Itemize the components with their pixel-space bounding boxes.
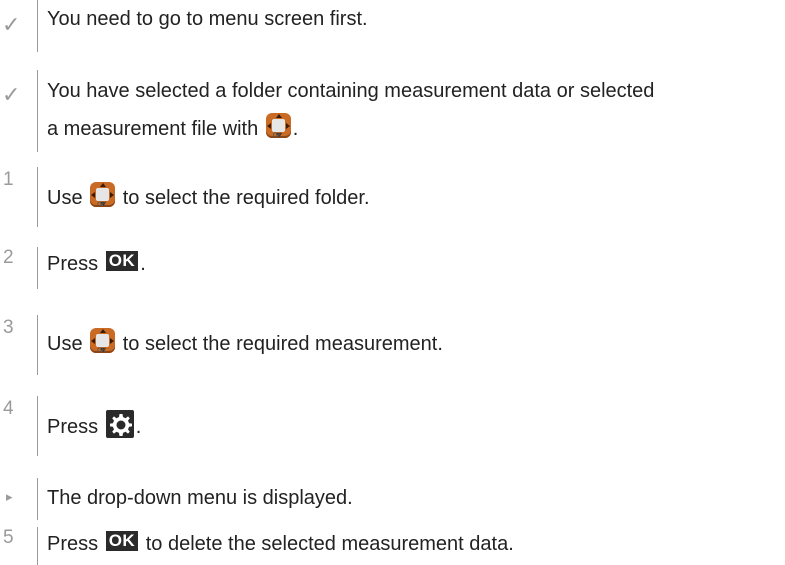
step-5: 5 Press OK to delete the selected measur… — [0, 527, 785, 565]
step-text-start: Press — [47, 416, 99, 438]
step-text-end: to delete the selected measurement data. — [145, 533, 514, 555]
prerequisite-text-line-2: a measurement file with . — [47, 113, 299, 151]
step-4: 4 Press . — [0, 396, 785, 456]
step-number: 5 — [3, 527, 14, 548]
step-text-start: Press — [47, 253, 99, 275]
step-divider — [37, 247, 38, 289]
step-number: 4 — [3, 398, 14, 419]
step-number: 1 — [3, 169, 14, 190]
step-3: 3 Use to select the required measurement… — [0, 315, 785, 375]
step-text: Press OK to delete the selected measurem… — [47, 529, 514, 559]
step-divider — [37, 478, 38, 520]
step-number: 2 — [3, 247, 14, 268]
navigation-pad-icon — [90, 328, 116, 366]
step-text-start: Use — [47, 333, 83, 355]
step-number: 3 — [3, 317, 14, 338]
step-text-end: to select the required measurement. — [122, 333, 443, 355]
step-text: Use to select the required measurement. — [47, 328, 443, 366]
step-divider — [37, 0, 38, 52]
step-text-start: Press — [47, 533, 99, 555]
navigation-pad-icon — [90, 182, 116, 220]
prerequisite-line-1: You have selected a folder containing me… — [47, 80, 655, 102]
checkmark-icon: ✓ — [2, 12, 21, 37]
navigation-pad-icon — [265, 113, 291, 151]
prerequisite-item-selection: ✓ You have selected a folder containing … — [0, 70, 785, 152]
settings-gear-icon — [105, 410, 134, 438]
result-arrow-icon: ▸ — [6, 489, 13, 504]
step-text: Press . — [47, 410, 141, 442]
step-2: 2 Press OK. — [0, 247, 785, 289]
step-text-end: . — [135, 416, 142, 438]
prerequisite-text: You need to go to menu screen first. — [47, 8, 368, 30]
step-divider — [37, 315, 38, 375]
step-divider — [37, 527, 38, 565]
step-text-start: Use — [47, 187, 83, 209]
prerequisite-item-menu: ✓ You need to go to menu screen first. — [0, 0, 785, 52]
prerequisite-line-2-start: a measurement file with — [47, 118, 259, 140]
result-item: ▸ The drop-down menu is displayed. — [0, 478, 785, 520]
checkmark-icon: ✓ — [2, 82, 21, 107]
ok-key-icon: OK — [105, 251, 139, 271]
step-divider — [37, 167, 38, 227]
step-text-end: to select the required folder. — [122, 187, 370, 209]
step-divider — [37, 70, 38, 152]
prerequisite-line-2-end: . — [292, 118, 299, 140]
ok-key-icon: OK — [105, 531, 139, 551]
step-1: 1 Use to select the required folder. — [0, 167, 785, 227]
step-text: Use to select the required folder. — [47, 182, 370, 220]
prerequisite-text: You have selected a folder containing me… — [47, 76, 654, 106]
step-text: Press OK. — [47, 249, 146, 279]
result-text: The drop-down menu is displayed. — [47, 487, 353, 509]
step-divider — [37, 396, 38, 456]
step-text-end: . — [140, 253, 146, 275]
